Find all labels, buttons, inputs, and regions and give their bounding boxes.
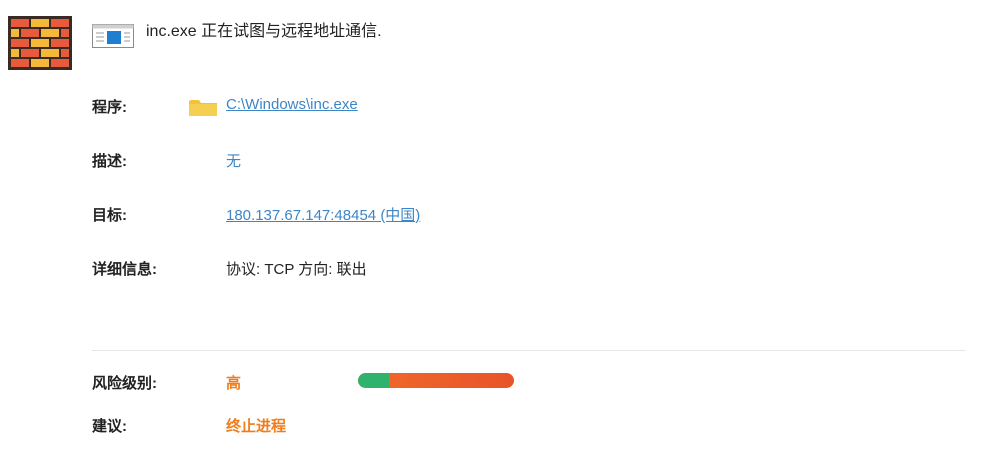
application-window-icon — [92, 24, 134, 48]
risk-level-bar-safe-segment — [358, 373, 390, 388]
alert-title: inc.exe 正在试图与远程地址通信. — [146, 23, 382, 40]
risk-level-label: 风险级别: — [92, 375, 157, 392]
firewall-icon — [8, 16, 72, 70]
folder-icon — [189, 100, 217, 116]
program-path-link[interactable]: C:\Windows\inc.exe — [226, 96, 358, 113]
description-value: 无 — [226, 153, 242, 170]
target-address-link[interactable]: 180.137.67.147:48454 (中国) — [226, 204, 420, 225]
target-label: 目标: — [92, 207, 127, 224]
description-label: 描述: — [92, 153, 127, 170]
program-label: 程序: — [92, 99, 127, 116]
details-label: 详细信息: — [92, 261, 157, 278]
risk-level-bar — [358, 373, 514, 388]
suggestion-label: 建议: — [92, 418, 127, 435]
risk-level-value: 高 — [226, 375, 242, 392]
details-value: 协议: TCP 方向: 联出 — [226, 261, 367, 278]
terminate-process-button[interactable]: 终止进程 — [226, 415, 286, 436]
divider — [92, 350, 966, 351]
